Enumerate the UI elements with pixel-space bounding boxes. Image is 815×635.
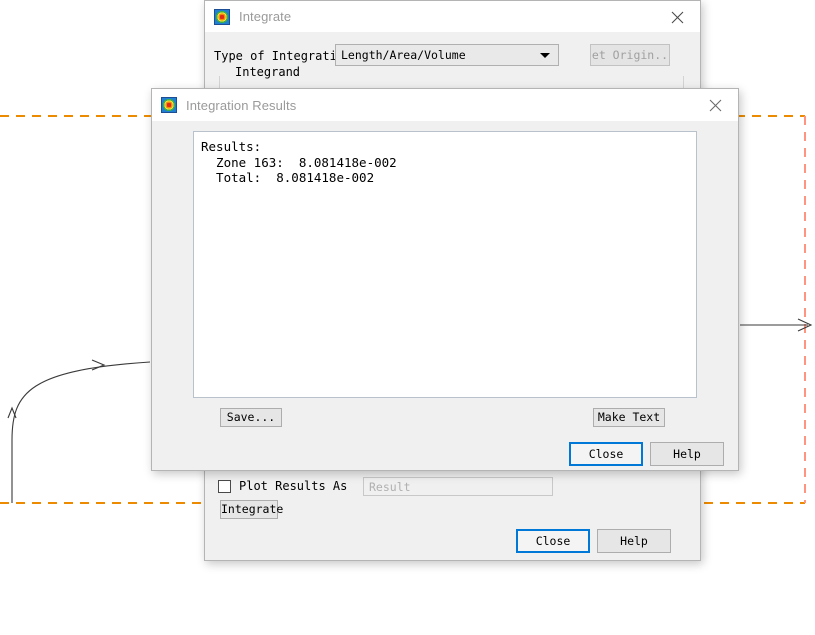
plot-results-label: Plot Results As xyxy=(239,479,347,493)
integrate-button[interactable]: Integrate xyxy=(220,500,278,519)
plot-results-input[interactable]: Result xyxy=(363,477,553,496)
integration-type-select[interactable]: Length/Area/Volume xyxy=(335,44,559,66)
results-titlebar[interactable]: Integration Results xyxy=(152,89,738,121)
results-help-button[interactable]: Help xyxy=(650,442,724,466)
tecplot-app-icon xyxy=(161,97,177,113)
results-close-button[interactable]: Close xyxy=(569,442,643,466)
set-origin-button[interactable]: et Origin.. xyxy=(590,44,670,66)
integration-results-dialog: Integration Results Results: Zone 163: 8… xyxy=(151,88,739,471)
close-icon[interactable] xyxy=(692,89,738,121)
integrate-help-button[interactable]: Help xyxy=(597,529,671,553)
close-icon[interactable] xyxy=(654,1,700,33)
make-text-button[interactable]: Make Text xyxy=(593,408,665,427)
plot-results-row[interactable]: Plot Results As xyxy=(218,479,347,493)
tecplot-app-icon xyxy=(214,9,230,25)
results-line: Total: 8.081418e-002 xyxy=(201,170,696,186)
integrate-titlebar[interactable]: Integrate xyxy=(205,1,700,33)
save-button[interactable]: Save... xyxy=(220,408,282,427)
integrand-group-label: Integrand xyxy=(231,65,304,79)
type-of-integration-label: Type of Integration xyxy=(214,49,351,63)
results-line: Zone 163: 8.081418e-002 xyxy=(201,155,696,171)
results-textarea[interactable]: Results: Zone 163: 8.081418e-002 Total: … xyxy=(193,131,697,398)
results-line: Results: xyxy=(201,139,696,155)
integrate-dialog-title: Integrate xyxy=(239,9,291,24)
integrate-close-button[interactable]: Close xyxy=(516,529,590,553)
plot-results-checkbox[interactable] xyxy=(218,480,231,493)
chevron-down-icon xyxy=(540,53,550,58)
results-dialog-title: Integration Results xyxy=(186,98,296,113)
streamline-curve xyxy=(12,362,150,503)
integration-type-value: Length/Area/Volume xyxy=(341,48,466,62)
